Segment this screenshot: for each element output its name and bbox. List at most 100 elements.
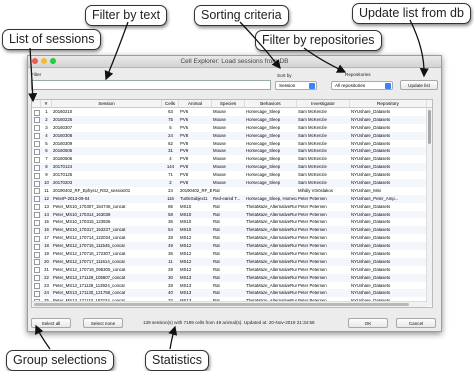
statistics-status-text: 139 session(s) with 7189 cells from 49 a… xyxy=(143,320,315,325)
filter-input[interactable] xyxy=(31,80,271,90)
table-row[interactable]: 21 Peter_MS12_170719_095305_concat 29 MS12 R… xyxy=(32,266,432,274)
table-row[interactable]: 3 20160307 5 PV6 Mouse Homecage_Sleep Sam McKe… xyxy=(32,124,432,132)
row-checkbox[interactable] xyxy=(33,188,40,195)
row-checkbox[interactable] xyxy=(33,235,40,242)
table-row[interactable]: 19 Peter_MS12_170716_172307_concat 36 MS12 R… xyxy=(32,250,432,258)
table-row[interactable]: 15 Peter_MS10_170315_123936 36 MS10 Rat Theta… xyxy=(32,218,432,226)
table-row[interactable]: 9 20170125 71 PV8 Mouse Homecage_Sleep Sam McK… xyxy=(32,171,432,179)
row-checkbox[interactable] xyxy=(33,156,40,163)
column-header-species[interactable]: Species xyxy=(212,100,245,107)
horizontal-scroll-thumb[interactable] xyxy=(34,303,409,306)
row-checkbox[interactable] xyxy=(33,196,40,203)
cancel-button[interactable]: Cancel xyxy=(396,318,436,328)
cell-behaviors: Homecage_Sleep xyxy=(246,180,281,186)
row-checkbox[interactable] xyxy=(33,125,40,132)
row-checkbox[interactable] xyxy=(33,109,40,116)
update-list-button[interactable]: Update list xyxy=(400,80,438,90)
select-none-button[interactable]: Select none xyxy=(83,318,123,328)
column-header-cells[interactable]: Cells xyxy=(162,100,179,107)
row-checkbox[interactable] xyxy=(33,148,40,155)
vertical-scroll-thumb[interactable] xyxy=(428,110,431,144)
cell-species: Mouse xyxy=(213,180,226,186)
table-row[interactable]: 8 20170124 144 PV8 Mouse Homecage_Sleep Sam Mc… xyxy=(32,163,432,172)
cell-session: Peter_MS12_170719_095305_concat xyxy=(53,266,126,272)
table-row[interactable]: 14 Peter_MS10_170314_163038 58 MS10 Rat Theta… xyxy=(32,210,432,219)
row-select-cell xyxy=(32,203,41,211)
table-row[interactable]: 17 Peter_MS12_170714_122034_concat 28 MS12 R… xyxy=(32,234,432,242)
sort-by-select[interactable]: Session xyxy=(275,81,317,90)
repositories-select[interactable]: All repositories xyxy=(331,81,393,90)
cell-index: 15 xyxy=(44,219,49,225)
ok-button[interactable]: OK xyxy=(348,318,388,328)
cell-investigator: Sam McKenzie xyxy=(298,132,327,138)
cell-investigator: Peter Petersen xyxy=(298,195,327,201)
row-checkbox[interactable] xyxy=(33,251,40,258)
cell-behaviors: Homecage_Sleep xyxy=(246,164,281,170)
column-header-repository[interactable]: Repository xyxy=(350,100,427,107)
column-header-investigator[interactable]: Investigator xyxy=(297,100,350,107)
table-row[interactable]: 13 Peter_MS10_170307_154746_concat 86 MS10 R… xyxy=(32,203,432,211)
cell-session: Peter_MS10_170317_153237_concat xyxy=(53,227,126,233)
row-select-cell xyxy=(32,266,41,274)
row-checkbox[interactable] xyxy=(33,219,40,226)
table-row[interactable]: 23 Peter_MS13_171128_113924_concat 28 MS13 R… xyxy=(32,282,432,290)
row-select-cell xyxy=(32,140,41,148)
row-checkbox[interactable] xyxy=(33,212,40,219)
table-row[interactable]: 2 20160225 75 PV6 Mouse Homecage_Sleep Sam McK… xyxy=(32,115,432,124)
filter-label: Filter xyxy=(31,72,42,77)
cell-session: Peter_MS12_170715_111545_concat xyxy=(53,243,125,249)
cell-behaviors: ThetaMaze_AlternativeRunni... xyxy=(246,290,297,296)
row-checkbox[interactable] xyxy=(33,290,40,297)
row-checkbox[interactable] xyxy=(33,164,40,171)
row-checkbox[interactable] xyxy=(33,283,40,290)
row-checkbox[interactable] xyxy=(33,172,40,179)
cell-index: 16 xyxy=(44,227,49,233)
row-select-cell xyxy=(32,155,41,163)
table-row[interactable]: 6 20160505 31 PV9 Mouse Homecage_Sleep Sam McK… xyxy=(32,147,432,156)
table-row[interactable]: 10 20170203 2 PV8 Mouse Homecage_Sleep Sam McK… xyxy=(32,179,432,187)
table-row[interactable]: 18 Peter_MS12_170715_111545_concat 49 MS12 R… xyxy=(32,242,432,251)
row-checkbox[interactable] xyxy=(33,275,40,282)
row-checkbox[interactable] xyxy=(33,243,40,250)
row-checkbox[interactable] xyxy=(33,117,40,124)
cell-species: Rat xyxy=(213,290,220,296)
cell-index: 8 xyxy=(45,164,48,170)
column-header-index[interactable]: # xyxy=(41,100,52,107)
row-checkbox[interactable] xyxy=(33,267,40,274)
select-all-button[interactable]: Select all xyxy=(31,318,71,328)
cell-investigator: Mihály Vöröslakos xyxy=(298,187,333,193)
table-row[interactable]: 22 Peter_MS13_171129_105507_concat 30 MS13 R… xyxy=(32,273,432,282)
column-header-animal[interactable]: Animal xyxy=(179,100,212,107)
row-checkbox[interactable] xyxy=(33,259,40,266)
vertical-scrollbar[interactable] xyxy=(426,108,432,306)
row-select-cell xyxy=(32,187,41,195)
table-row[interactable]: 4 20160308 24 PV8 Mouse Homecage_Sleep Sam McK… xyxy=(32,131,432,140)
cell-animal: PV6 xyxy=(180,109,189,114)
column-header-behaviors[interactable]: Behaviors xyxy=(245,100,297,107)
row-checkbox[interactable] xyxy=(33,204,40,211)
row-select-cell xyxy=(32,250,41,258)
table-row[interactable]: 7 20160506 4 PV9 Mouse Homecage_Sleep Sam McKe… xyxy=(32,155,432,163)
table-row[interactable]: 24 Peter_MS13_171130_121758_concat 40 MS13 R… xyxy=(32,289,432,298)
row-checkbox[interactable] xyxy=(33,227,40,234)
cell-repository: NYUshare_Datasets xyxy=(351,109,391,114)
horizontal-scrollbar[interactable] xyxy=(32,301,427,307)
table-row[interactable]: 1 20160210 63 PV6 Mouse Homecage_Sleep Sam McK… xyxy=(32,108,432,116)
cell-behaviors: Homecage_Sleep xyxy=(246,140,281,146)
sort-by-value: Session xyxy=(279,83,296,88)
column-header-select[interactable] xyxy=(32,100,41,107)
cell-behaviors: ThetaMaze_AlternativeRunni... xyxy=(246,203,297,209)
table-row[interactable]: 5 20160309 62 PV8 Mouse Homecage_Sleep Sam McK… xyxy=(32,140,432,148)
table-row[interactable]: 16 Peter_MS10_170317_153237_concat 54 MS10 R… xyxy=(32,226,432,235)
column-header-session[interactable]: Session xyxy=(52,100,162,107)
cell-cells: 11 xyxy=(168,258,173,264)
row-checkbox[interactable] xyxy=(33,180,40,187)
row-checkbox[interactable] xyxy=(33,141,40,148)
row-checkbox[interactable] xyxy=(33,133,40,140)
table-row[interactable]: 20 Peter_MS12_170717_111614_concat 11 MS12 R… xyxy=(32,257,432,266)
table-row[interactable]: 12 PeterP-2013-09-04 116 TurtleSubject1 Red-… xyxy=(32,194,432,203)
cell-index: 5 xyxy=(45,140,48,146)
cell-index: 11 xyxy=(44,187,49,193)
table-row[interactable]: 11 20190402_RF_EphysU_RS2_session01 24 2019… xyxy=(32,187,432,195)
table-body: 1 20160210 63 PV6 Mouse Homecage_Sleep Sam McK… xyxy=(32,108,432,305)
